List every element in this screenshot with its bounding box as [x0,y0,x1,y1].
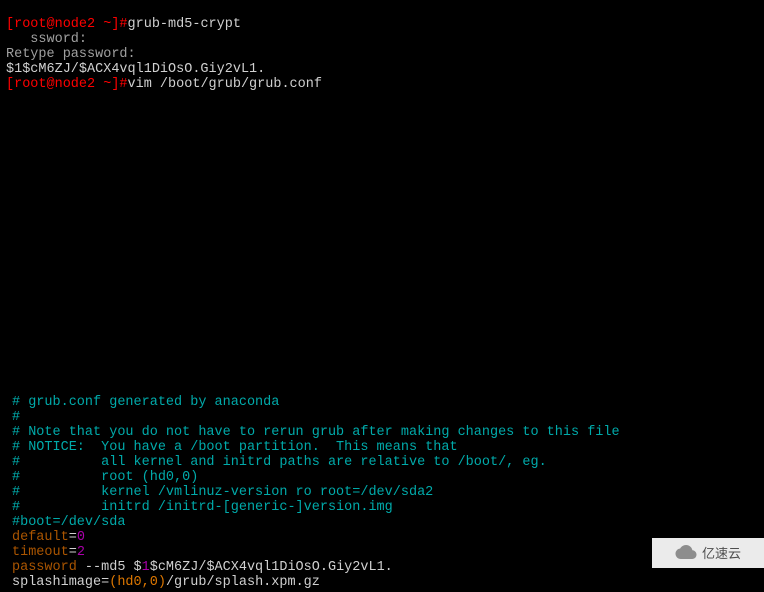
comment-line: # NOTICE: You have a /boot partition. Th… [12,440,458,455]
cmd-grub-md5-crypt: grub-md5-crypt [128,17,241,32]
watermark-badge: 亿速云 [652,538,764,568]
equals-sign: = [69,545,77,560]
splashimage-key: splashimage [12,575,101,590]
equals-sign: = [101,575,109,590]
retype-password: Retype password: [6,47,136,62]
password-hash: $cM6ZJ/$ACX4vql1DiOsO.Giy2vL1. [150,560,393,575]
grub-conf-content: # grub.conf generated by anaconda # # No… [6,378,626,592]
password-key: password [12,560,77,575]
comment-line: # grub.conf generated by anaconda [12,395,279,410]
comment-line: # [12,410,20,425]
cmd-vim-grubconf: vim /boot/grub/grub.conf [128,77,322,92]
password-flag: --md5 $ [77,560,142,575]
comment-line: # kernel /vmlinuz-version ro root=/dev/s… [12,485,433,500]
md5-hash-output: $1$cM6ZJ/$ACX4vql1DiOsO.Giy2vL1. [6,62,265,77]
shell-prompt: [root@node2 ~]# [6,17,128,32]
comment-line: # Note that you do not have to rerun gru… [12,425,620,440]
shell-prompt: [root@node2 ~]# [6,77,128,92]
timeout-value: 2 [77,545,85,560]
comment-line: #boot=/dev/sda [12,515,125,530]
watermark-text: 亿速云 [702,546,741,561]
default-key: default [12,530,69,545]
equals-sign: = [69,530,77,545]
password-one: 1 [142,560,150,575]
ssword-line: ssword: [6,32,87,47]
cloud-icon [675,545,697,562]
comment-line: # root (hd0,0) [12,470,198,485]
default-value: 0 [77,530,85,545]
comment-line: # initrd /initrd-[generic-]version.img [12,500,393,515]
terminal-header: [root@node2 ~]#grub-md5-crypt ssword: Re… [0,0,764,92]
splash-path: /grub/splash.xpm.gz [166,575,320,590]
splash-hd: (hd0,0) [109,575,166,590]
comment-line: # all kernel and initrd paths are relati… [12,455,547,470]
timeout-key: timeout [12,545,69,560]
